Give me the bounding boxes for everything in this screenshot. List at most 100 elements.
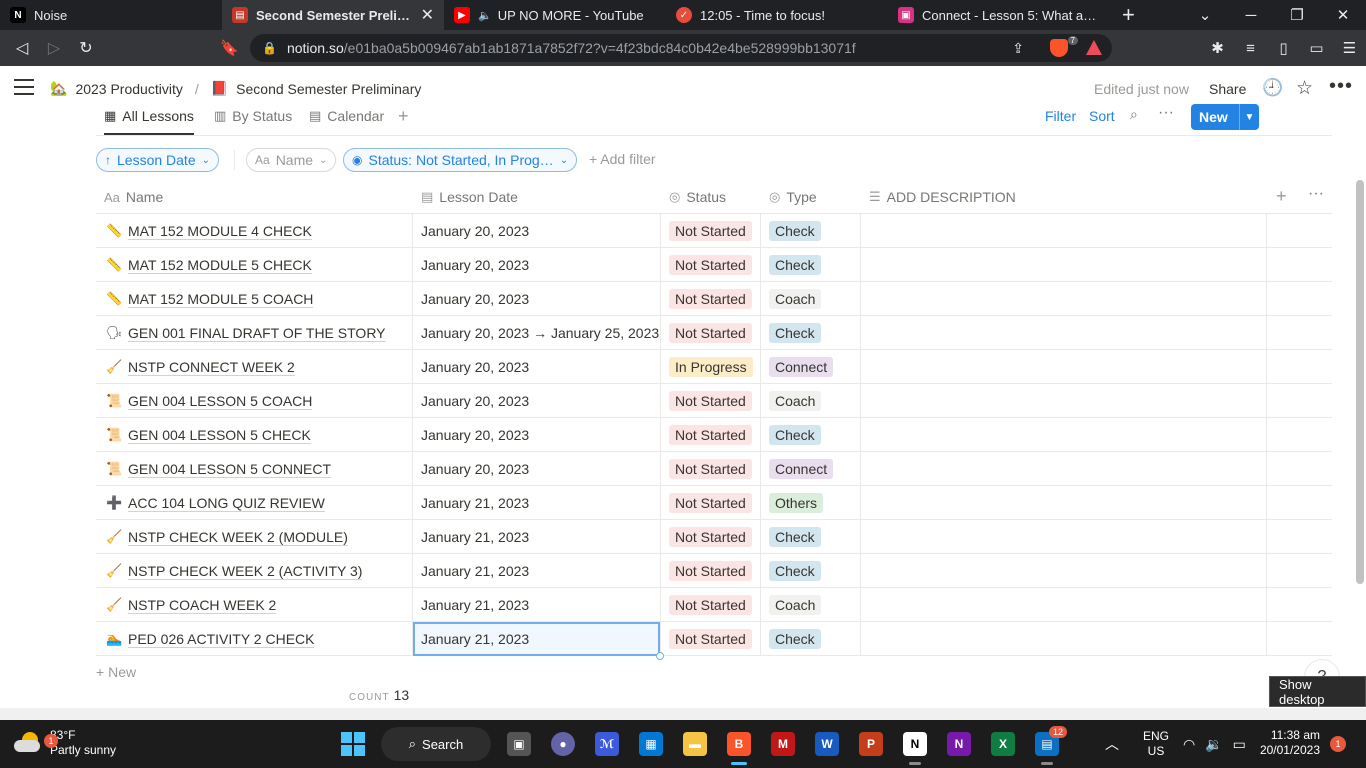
vertical-scrollbar[interactable] xyxy=(1356,180,1364,584)
type-cell[interactable]: Check xyxy=(761,418,861,452)
tab-calendar[interactable]: ▤ Calendar xyxy=(309,108,384,124)
brave-shield-icon[interactable] xyxy=(1050,39,1068,57)
name-cell[interactable]: 🧹 NSTP COACH WEEK 2 xyxy=(96,588,413,622)
file-explorer-button[interactable]: ▬ xyxy=(673,720,717,768)
type-cell[interactable]: Connect xyxy=(761,452,861,486)
forward-icon[interactable]: ▷ xyxy=(38,38,70,58)
status-cell[interactable]: Not Started xyxy=(661,622,761,656)
name-cell[interactable]: 🏊 PED 026 ACTIVITY 2 CHECK xyxy=(96,622,413,656)
name-cell[interactable]: 🗣 GEN 001 FINAL DRAFT OF THE STORY xyxy=(96,316,413,350)
row-title[interactable]: PED 026 ACTIVITY 2 CHECK xyxy=(128,631,315,648)
tab-by-status[interactable]: ▥ By Status xyxy=(214,108,292,124)
status-cell[interactable]: Not Started xyxy=(661,282,761,316)
speaker-icon[interactable]: 🔈 xyxy=(478,9,492,22)
empty-cell[interactable] xyxy=(1267,350,1332,384)
status-cell[interactable]: Not Started xyxy=(661,214,761,248)
row-title[interactable]: MAT 152 MODULE 5 COACH xyxy=(128,291,314,308)
breadcrumb-workspace[interactable]: 2023 Productivity xyxy=(75,81,182,97)
empty-cell[interactable] xyxy=(1267,486,1332,520)
status-cell[interactable]: Not Started xyxy=(661,554,761,588)
sidebar-icon[interactable]: ▯ xyxy=(1267,39,1300,57)
description-cell[interactable] xyxy=(861,452,1267,486)
onenote-button[interactable]: N xyxy=(937,720,981,768)
row-title[interactable]: MAT 152 MODULE 4 CHECK xyxy=(128,223,312,240)
date-cell[interactable]: January 20, 2023 xyxy=(413,350,661,384)
new-button[interactable]: New ▼ xyxy=(1191,104,1259,130)
notification-badge[interactable]: 1 xyxy=(1330,736,1346,752)
column-header-description[interactable]: ☰ ADD DESCRIPTION xyxy=(861,180,1267,214)
table-row[interactable]: 🗣 GEN 001 FINAL DRAFT OF THE STORY January… xyxy=(96,316,1332,350)
empty-cell[interactable] xyxy=(1267,282,1332,316)
column-header-name[interactable]: Aa Name xyxy=(96,180,413,214)
type-cell[interactable]: Coach xyxy=(761,384,861,418)
description-cell[interactable] xyxy=(861,622,1267,656)
more-icon[interactable]: ··· xyxy=(1308,185,1324,203)
empty-cell[interactable] xyxy=(1267,248,1332,282)
type-cell[interactable]: Check xyxy=(761,316,861,350)
description-cell[interactable] xyxy=(861,384,1267,418)
teams-button[interactable]: ▤ 12 xyxy=(1025,720,1069,768)
close-window-icon[interactable]: ✕ xyxy=(1320,6,1366,24)
add-column-icon[interactable]: + xyxy=(1276,186,1287,207)
playlist-icon[interactable]: ≡ xyxy=(1234,40,1267,57)
wifi-icon[interactable]: ◠ xyxy=(1183,736,1195,753)
type-cell[interactable]: Check xyxy=(761,248,861,282)
row-title[interactable]: MAT 152 MODULE 5 CHECK xyxy=(128,257,312,274)
empty-cell[interactable] xyxy=(1267,452,1332,486)
new-row-button[interactable]: + New xyxy=(96,664,136,680)
word-button[interactable]: W xyxy=(805,720,849,768)
row-title[interactable]: NSTP CHECK WEEK 2 (MODULE) xyxy=(128,529,348,546)
browser-tab[interactable]: ▣ Connect - Lesson 5: What are the xyxy=(888,0,1110,30)
empty-cell[interactable] xyxy=(1267,520,1332,554)
notion-button[interactable]: N xyxy=(893,720,937,768)
browser-tab[interactable]: ▶ 🔈 UP NO MORE - YouTube xyxy=(444,0,666,30)
name-cell[interactable]: 🧹 NSTP CHECK WEEK 2 (MODULE) xyxy=(96,520,413,554)
date-cell[interactable]: January 20, 2023 xyxy=(413,282,661,316)
status-cell[interactable]: Not Started xyxy=(661,452,761,486)
share-button[interactable]: Share xyxy=(1209,81,1246,97)
empty-cell[interactable] xyxy=(1267,554,1332,588)
table-row[interactable]: 🧹 NSTP CHECK WEEK 2 (ACTIVITY 3) January 2… xyxy=(96,554,1332,588)
weather-widget[interactable]: 1 83°F Partly sunny xyxy=(14,728,116,758)
type-cell[interactable]: Check xyxy=(761,520,861,554)
empty-cell[interactable] xyxy=(1267,418,1332,452)
taskbar-search[interactable]: ⌕ Search xyxy=(381,727,491,761)
breadcrumb-page[interactable]: Second Semester Preliminary xyxy=(236,81,421,97)
column-header-status[interactable]: ◎ Status xyxy=(661,180,761,214)
empty-cell[interactable] xyxy=(1267,588,1332,622)
status-filter-chip[interactable]: ◉ Status: Not Started, In Prog… ⌄ xyxy=(343,148,578,172)
status-cell[interactable]: Not Started xyxy=(661,588,761,622)
table-row[interactable]: 📏 MAT 152 MODULE 5 COACH January 20, 2023 N… xyxy=(96,282,1332,316)
empty-cell[interactable] xyxy=(1267,384,1332,418)
row-title[interactable]: GEN 004 LESSON 5 CONNECT xyxy=(128,461,332,478)
store-button[interactable]: ▦ xyxy=(629,720,673,768)
date-cell[interactable]: January 20, 2023 xyxy=(413,248,661,282)
language-indicator[interactable]: ENG US xyxy=(1143,729,1169,759)
date-cell[interactable]: January 20, 2023 xyxy=(413,214,661,248)
name-cell[interactable]: 📜 GEN 004 LESSON 5 CHECK xyxy=(96,418,413,452)
table-row[interactable]: 🧹 NSTP CHECK WEEK 2 (MODULE) January 21, 2… xyxy=(96,520,1332,554)
star-icon[interactable]: ☆ xyxy=(1296,77,1313,100)
description-cell[interactable] xyxy=(861,418,1267,452)
add-filter-button[interactable]: + Add filter xyxy=(589,151,656,167)
description-cell[interactable] xyxy=(861,282,1267,316)
powerpoint-button[interactable]: P xyxy=(849,720,893,768)
date-cell[interactable]: January 20, 2023 → January 25, 2023 xyxy=(413,316,661,350)
table-row[interactable]: 🧹 NSTP CONNECT WEEK 2 January 20, 2023 In P… xyxy=(96,350,1332,384)
app-button[interactable]: ℳ xyxy=(585,720,629,768)
description-cell[interactable] xyxy=(861,588,1267,622)
status-cell[interactable]: Not Started xyxy=(661,418,761,452)
mcafee-button[interactable]: M xyxy=(761,720,805,768)
name-cell[interactable]: 📏 MAT 152 MODULE 5 COACH xyxy=(96,282,413,316)
history-icon[interactable]: 🕘 xyxy=(1262,78,1283,98)
table-row[interactable]: 📜 GEN 004 LESSON 5 CHECK January 20, 2023 N… xyxy=(96,418,1332,452)
empty-cell[interactable] xyxy=(1267,316,1332,350)
empty-cell[interactable] xyxy=(1267,622,1332,656)
status-cell[interactable]: Not Started xyxy=(661,316,761,350)
description-cell[interactable] xyxy=(861,248,1267,282)
table-row[interactable]: 🧹 NSTP COACH WEEK 2 January 21, 2023 Not St… xyxy=(96,588,1332,622)
status-cell[interactable]: In Progress xyxy=(661,350,761,384)
chevron-up-icon[interactable]: ︿ xyxy=(1105,734,1119,754)
date-cell[interactable]: January 20, 2023 xyxy=(413,418,661,452)
name-cell[interactable]: ➕ ACC 104 LONG QUIZ REVIEW xyxy=(96,486,413,520)
